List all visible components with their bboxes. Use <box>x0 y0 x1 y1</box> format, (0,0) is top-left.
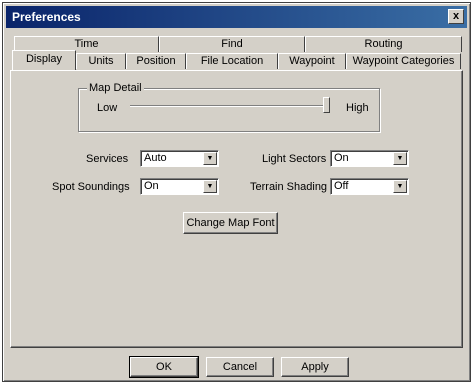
light-sectors-select[interactable]: On ▼ <box>330 150 409 167</box>
close-icon: x <box>452 10 460 22</box>
chevron-down-icon[interactable]: ▼ <box>203 152 217 165</box>
slider-low-label: Low <box>97 102 118 114</box>
ok-label: OK <box>156 361 172 373</box>
tab-label: Waypoint Categories <box>352 55 455 67</box>
services-value: Auto <box>144 152 167 164</box>
tab-label: Find <box>221 38 243 50</box>
tab-position[interactable]: Position <box>126 53 186 69</box>
tab-label: Time <box>74 38 99 50</box>
tab-label: Units <box>88 55 114 67</box>
map-detail-slider-track[interactable] <box>130 105 330 107</box>
tab-file-location[interactable]: File Location <box>186 53 278 69</box>
tab-label: Routing <box>364 38 403 50</box>
cancel-label: Cancel <box>222 361 258 373</box>
tab-find[interactable]: Find <box>159 36 305 52</box>
change-map-font-label: Change Map Font <box>186 217 275 229</box>
apply-button[interactable]: Apply <box>281 357 349 377</box>
tab-label: Waypoint <box>289 55 335 67</box>
window-title: Preferences <box>12 10 81 24</box>
map-detail-slider-thumb[interactable] <box>323 97 330 113</box>
title-bar: Preferences x <box>6 6 467 28</box>
tab-waypoint-categories[interactable]: Waypoint Categories <box>346 53 461 69</box>
services-select[interactable]: Auto ▼ <box>140 150 219 167</box>
tab-display[interactable]: Display <box>12 50 76 70</box>
close-button[interactable]: x <box>448 9 464 24</box>
services-label: Services <box>86 153 129 165</box>
spot-soundings-value: On <box>144 180 159 192</box>
chevron-down-icon[interactable]: ▼ <box>393 152 407 165</box>
terrain-shading-select[interactable]: Off ▼ <box>330 178 409 195</box>
spot-soundings-select[interactable]: On ▼ <box>140 178 219 195</box>
terrain-shading-label: Terrain Shading <box>250 181 328 193</box>
ok-button[interactable]: OK <box>129 356 199 378</box>
terrain-shading-value: Off <box>334 180 349 192</box>
map-detail-label: Map Detail <box>87 82 144 94</box>
tab-routing[interactable]: Routing <box>305 36 462 52</box>
apply-label: Apply <box>301 361 329 373</box>
cancel-button[interactable]: Cancel <box>206 357 274 377</box>
tab-waypoint[interactable]: Waypoint <box>278 53 346 69</box>
spot-soundings-label: Spot Soundings <box>52 181 130 193</box>
tab-label: Display <box>25 53 63 65</box>
slider-high-label: High <box>346 102 369 114</box>
change-map-font-button[interactable]: Change Map Font <box>183 212 278 234</box>
map-detail-group: Map Detail <box>78 82 380 132</box>
chevron-down-icon[interactable]: ▼ <box>203 180 217 193</box>
tab-units[interactable]: Units <box>76 53 126 69</box>
chevron-down-icon[interactable]: ▼ <box>393 180 407 193</box>
light-sectors-value: On <box>334 152 349 164</box>
tab-label: Position <box>136 55 176 67</box>
tab-label: File Location <box>200 55 264 67</box>
light-sectors-label: Light Sectors <box>262 153 327 165</box>
